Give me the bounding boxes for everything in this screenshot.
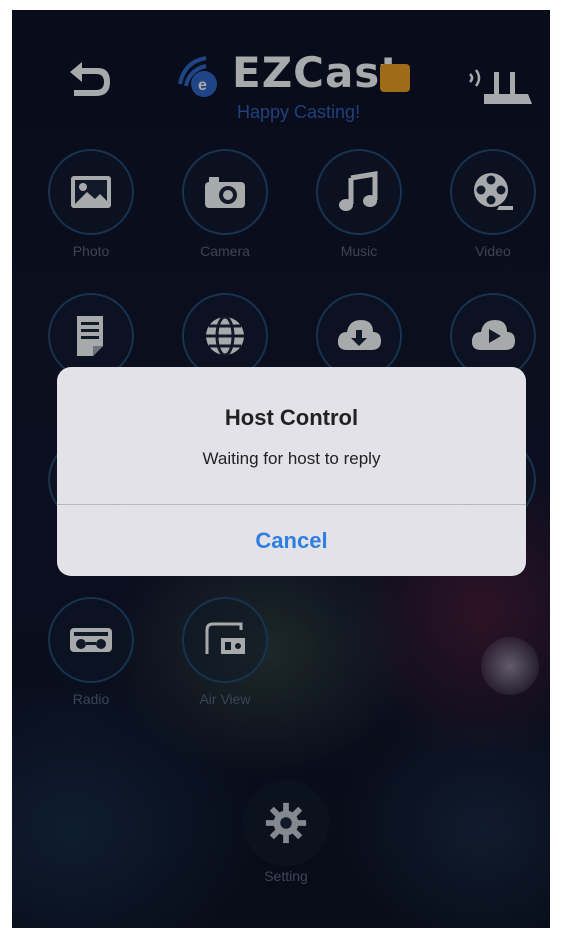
dialog-title: Host Control xyxy=(224,405,359,430)
cancel-button[interactable]: Cancel xyxy=(57,505,526,576)
dialog-message: Waiting for host to reply xyxy=(202,449,381,468)
host-control-dialog: Host Control Waiting for host to reply C… xyxy=(57,367,526,576)
app-screen: e EZCast Happy Casting! Photo Camera Mus… xyxy=(12,10,550,928)
